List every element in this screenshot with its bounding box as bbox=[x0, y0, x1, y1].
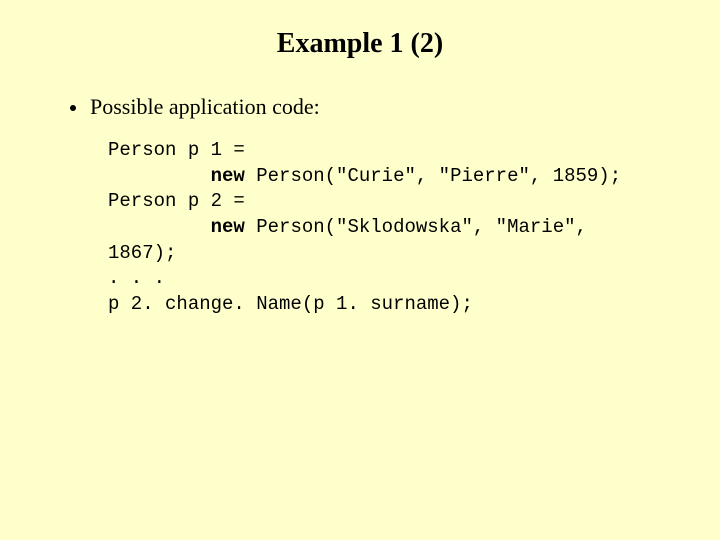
keyword-new-1: new bbox=[211, 165, 245, 187]
code-line-1: Person p 1 = bbox=[108, 139, 256, 161]
keyword-new-2: new bbox=[211, 216, 245, 238]
code-line-5: 1867); bbox=[108, 242, 176, 264]
code-indent-2 bbox=[108, 165, 211, 187]
slide-title: Example 1 (2) bbox=[50, 28, 670, 60]
code-block: Person p 1 = new Person("Curie", "Pierre… bbox=[108, 138, 670, 317]
code-indent-4 bbox=[108, 216, 211, 238]
code-line-4b: Person("Sklodowska", "Marie", bbox=[245, 216, 598, 238]
bullet-dot-icon bbox=[70, 105, 76, 111]
bullet-item: Possible application code: bbox=[70, 94, 670, 120]
code-line-6: . . . bbox=[108, 267, 165, 289]
code-line-2b: Person("Curie", "Pierre", 1859); bbox=[245, 165, 621, 187]
code-line-7: p 2. change. Name(p 1. surname); bbox=[108, 293, 473, 315]
bullet-text: Possible application code: bbox=[90, 94, 320, 120]
code-line-3: Person p 2 = bbox=[108, 190, 256, 212]
slide: Example 1 (2) Possible application code:… bbox=[0, 0, 720, 540]
